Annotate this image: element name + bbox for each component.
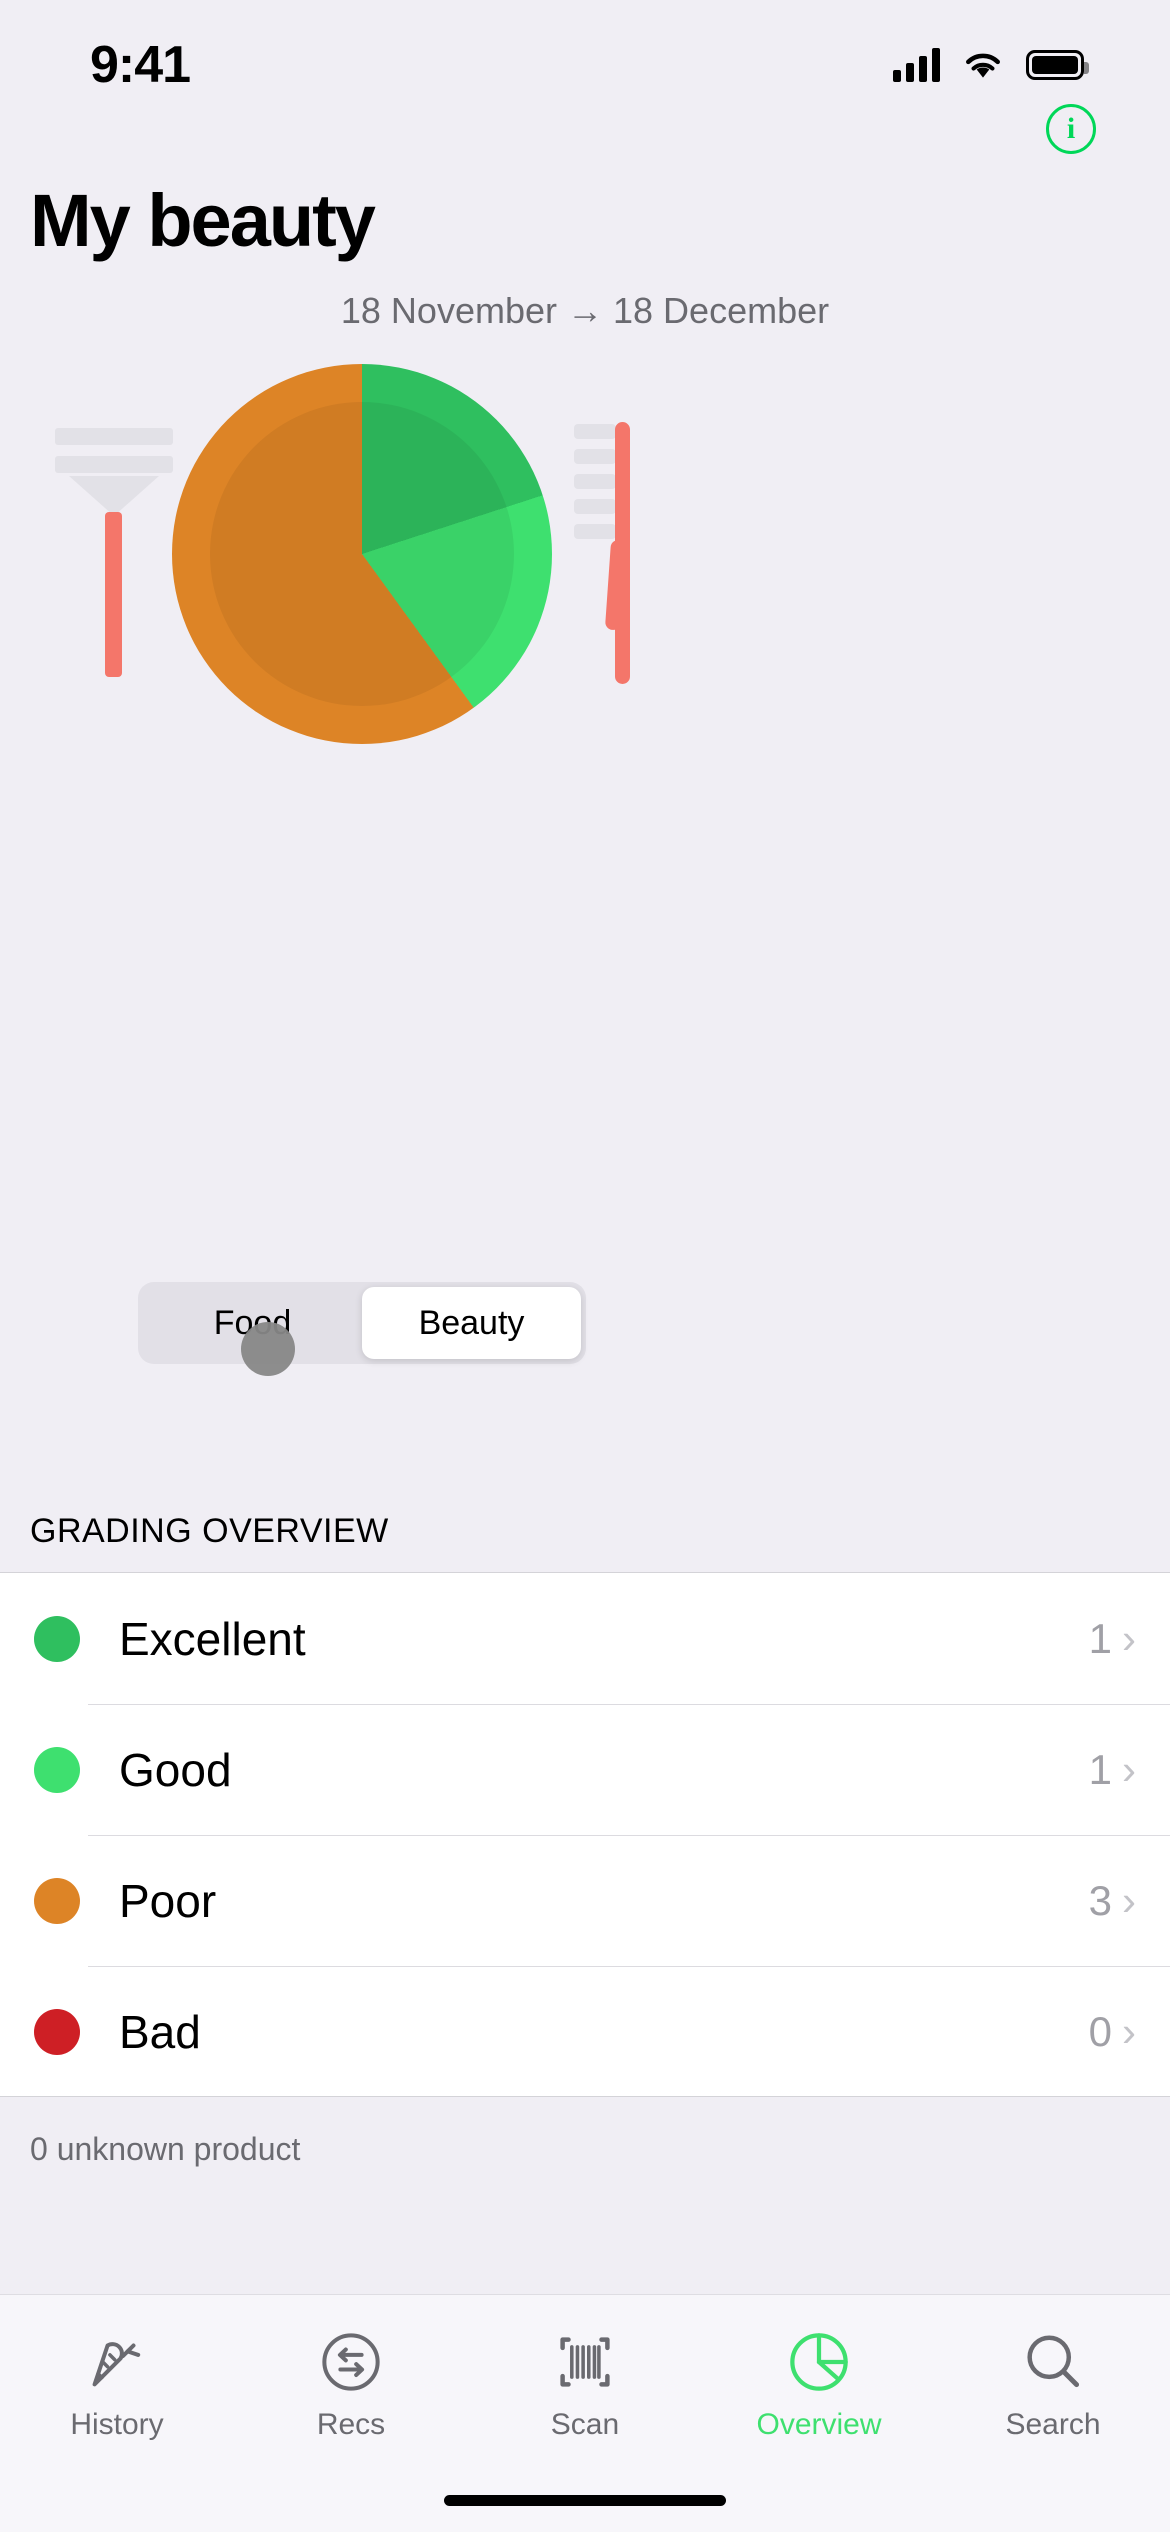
tab-history[interactable]: History xyxy=(0,2329,234,2442)
barcode-scan-icon xyxy=(560,2337,610,2387)
grade-label: Excellent xyxy=(119,1612,306,1665)
home-indicator xyxy=(444,2495,726,2506)
segment-beauty[interactable]: Beauty xyxy=(362,1287,581,1359)
grade-count: 1 xyxy=(1088,1614,1112,1662)
tab-overview[interactable]: Overview xyxy=(702,2329,936,2442)
date-range-label: 18 November → 18 December xyxy=(340,290,830,331)
pie-inner-shade xyxy=(210,402,514,706)
grade-color-dot xyxy=(34,1615,80,1662)
pie-chart-icon xyxy=(790,2333,848,2391)
page-title: My beauty xyxy=(30,179,376,262)
info-circle-icon[interactable]: i xyxy=(1046,104,1096,154)
chevron-right-icon: › xyxy=(1122,2007,1136,2055)
chevron-right-icon: › xyxy=(1122,1745,1136,1793)
grade-count: 1 xyxy=(1088,1745,1112,1793)
toothbrush-icon xyxy=(574,422,632,684)
tab-label: Search xyxy=(1005,2408,1101,2441)
grade-count: 3 xyxy=(1088,1876,1112,1924)
chevron-right-icon: › xyxy=(1122,1614,1136,1662)
swap-arrows-circle-icon xyxy=(322,2333,380,2391)
battery-full-icon xyxy=(1026,50,1089,80)
carrot-icon xyxy=(92,2342,141,2387)
grading-list: Excellent 1 › Good 1 › Poor 3 › Bad 0 › xyxy=(0,1572,1170,2097)
status-bar: 9:41 xyxy=(0,0,1170,130)
category-segmented-control[interactable]: Food Beauty xyxy=(138,1282,586,1364)
pie-chart-section xyxy=(0,360,1170,760)
touch-cursor-indicator xyxy=(241,1322,295,1376)
grade-color-dot xyxy=(34,2008,80,2055)
unknown-product-note: 0 unknown product xyxy=(0,2096,1170,2206)
grade-color-dot xyxy=(34,1877,80,1924)
grading-section-title: GRADING OVERVIEW xyxy=(30,1512,389,1550)
tab-search[interactable]: Search xyxy=(936,2329,1170,2442)
status-bar-indicators xyxy=(893,48,1089,82)
table-row[interactable]: Bad 0 › xyxy=(0,1966,1170,2097)
grade-count: 0 xyxy=(1088,2007,1112,2055)
tab-label: History xyxy=(70,2408,164,2441)
grade-color-dot xyxy=(34,1746,80,1793)
chevron-right-icon: › xyxy=(1122,1876,1136,1924)
cellular-signal-icon xyxy=(893,48,940,82)
table-row[interactable]: Poor 3 › xyxy=(0,1835,1170,1966)
grading-pie-chart[interactable] xyxy=(172,364,552,744)
wifi-icon xyxy=(966,53,1000,78)
grade-label: Good xyxy=(119,1743,232,1796)
makeup-brush-icon xyxy=(55,428,173,678)
magnifier-icon xyxy=(1027,2335,1080,2388)
table-row[interactable]: Excellent 1 › xyxy=(0,1573,1170,1704)
tab-label: Recs xyxy=(316,2408,386,2441)
grade-label: Poor xyxy=(119,1874,217,1927)
status-bar-time: 9:41 xyxy=(90,36,191,94)
tab-label: Overview xyxy=(756,2408,882,2441)
tab-recs[interactable]: Recs xyxy=(234,2329,468,2442)
tab-scan[interactable]: Scan xyxy=(468,2329,702,2442)
grade-label: Bad xyxy=(119,2005,201,2058)
table-row[interactable]: Good 1 › xyxy=(0,1704,1170,1835)
tab-label: Scan xyxy=(550,2408,620,2441)
